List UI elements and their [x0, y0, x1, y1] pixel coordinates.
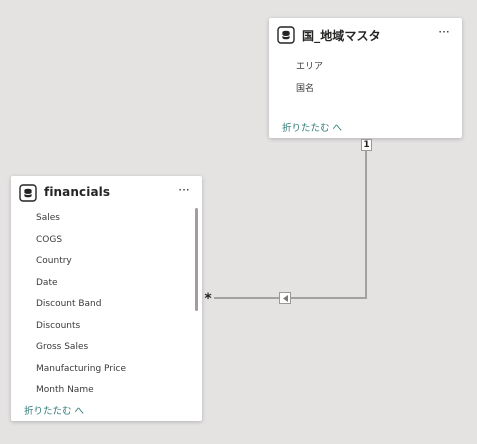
more-options-button[interactable]: ···: [174, 182, 194, 200]
field-item[interactable]: Month Name: [36, 385, 94, 395]
field-item[interactable]: Date: [36, 278, 58, 288]
field-item[interactable]: Country: [36, 256, 72, 266]
field-item[interactable]: エリア: [296, 59, 323, 72]
table-card-region[interactable]: 国_地域マスタ ··· エリア 国名 折りたたむ へ: [269, 18, 462, 138]
field-item[interactable]: Discounts: [36, 321, 80, 331]
cardinality-many-label: *: [204, 291, 212, 307]
table-card-financials[interactable]: financials ··· Sales COGS Country Date D…: [11, 176, 202, 421]
field-item[interactable]: Discount Band: [36, 299, 101, 309]
field-item[interactable]: Gross Sales: [36, 342, 88, 352]
card-header[interactable]: financials ···: [11, 176, 202, 210]
field-item[interactable]: 国名: [296, 81, 314, 94]
field-item[interactable]: Sales: [36, 213, 60, 223]
scrollbar[interactable]: [195, 208, 198, 311]
cross-filter-arrow-icon: [279, 292, 291, 304]
table-icon: [19, 184, 37, 202]
field-item[interactable]: Manufacturing Price: [36, 364, 126, 374]
card-header[interactable]: 国_地域マスタ ···: [269, 18, 462, 52]
collapse-link[interactable]: 折りたたむ へ: [24, 403, 84, 417]
table-icon: [277, 26, 295, 44]
collapse-link[interactable]: 折りたたむ へ: [282, 120, 342, 134]
field-item[interactable]: COGS: [36, 235, 62, 245]
table-title: 国_地域マスタ: [302, 29, 381, 43]
cardinality-one-label: 1: [361, 139, 372, 151]
more-options-button[interactable]: ···: [434, 24, 454, 42]
table-title: financials: [44, 185, 111, 199]
